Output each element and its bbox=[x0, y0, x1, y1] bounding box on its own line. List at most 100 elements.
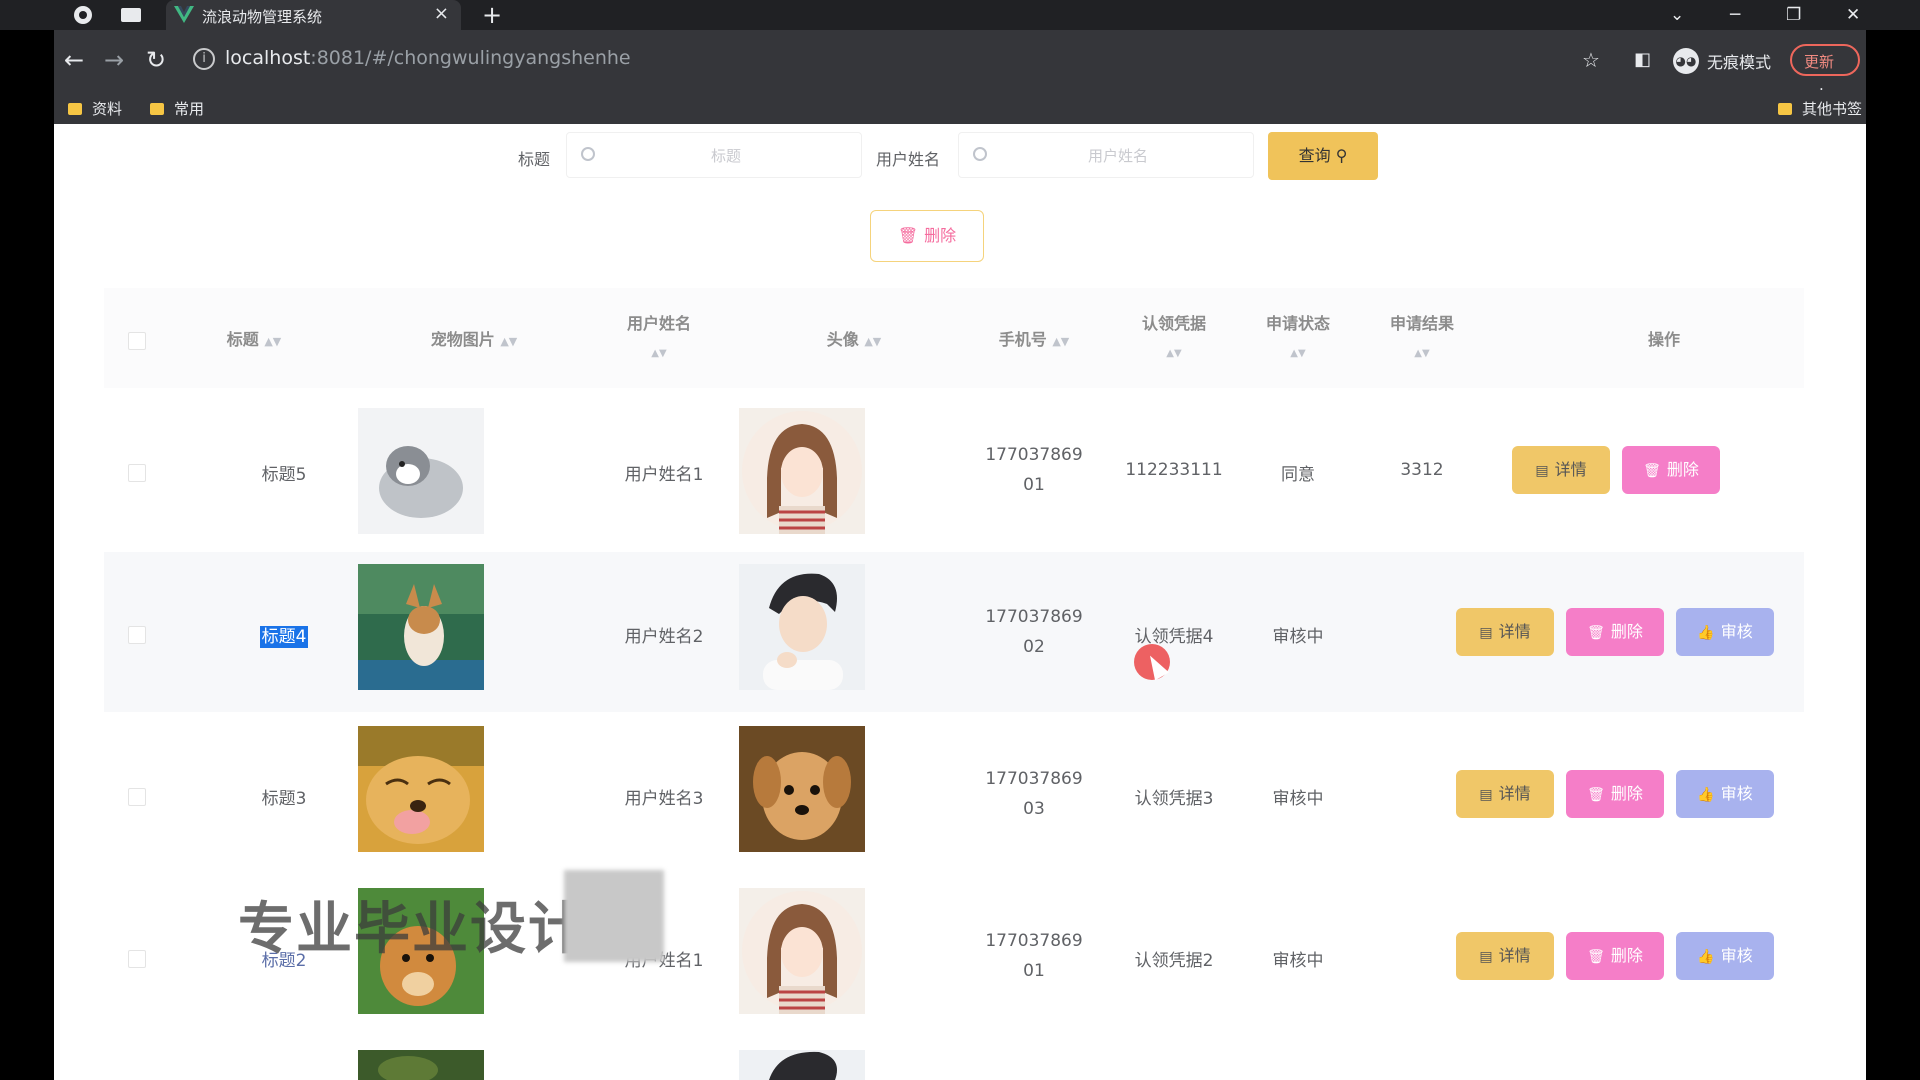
browser-logo-icon[interactable] bbox=[70, 0, 96, 30]
row-status: 审核中 bbox=[1272, 789, 1324, 809]
bookmarks-bar: 资料 常用 其他书签 bbox=[54, 90, 1866, 124]
update-button[interactable]: 更新⋮ bbox=[1790, 44, 1860, 103]
title-search-label: 标题 bbox=[518, 150, 551, 169]
row-checkbox[interactable] bbox=[128, 950, 146, 968]
audit-button[interactable]: 👍 审核 bbox=[1676, 608, 1774, 656]
watermark-text: 专业毕业设计 bbox=[238, 897, 586, 962]
detail-button[interactable]: ▤ 详情 bbox=[1512, 446, 1610, 494]
audit-button[interactable]: 👍 审核 bbox=[1676, 932, 1774, 980]
address-bar[interactable]: i localhost:8081/#/chongwulingyangshenhe bbox=[187, 46, 1717, 74]
thumbs-up-icon: 👍 bbox=[1697, 949, 1715, 965]
navigation-bar: ← → ↻ i localhost:8081/#/chongwulingyang… bbox=[54, 30, 1866, 103]
row-title: 标题4 bbox=[259, 626, 309, 648]
bookmark-star-icon[interactable]: ☆ bbox=[1582, 42, 1600, 78]
search-icon bbox=[581, 147, 595, 161]
sort-icon[interactable]: ▲▼ bbox=[864, 335, 881, 348]
row-checkbox[interactable] bbox=[128, 464, 146, 482]
batch-delete-button[interactable]: 🗑 删除 bbox=[870, 210, 984, 262]
folder-icon bbox=[1778, 102, 1792, 115]
sort-icon[interactable]: ▲▼ bbox=[264, 335, 281, 348]
site-info-icon[interactable]: i bbox=[193, 48, 215, 70]
side-panel-icon[interactable]: ◧ bbox=[1634, 42, 1651, 78]
browser-tab-bar: 流浪动物管理系统 × + ⌄ ─ ❐ ✕ bbox=[0, 0, 1920, 30]
reload-icon[interactable]: ↻ bbox=[146, 42, 166, 78]
sort-icon[interactable]: ▲▼ bbox=[584, 348, 734, 360]
trash-icon: 🗑 bbox=[1587, 625, 1605, 641]
incognito-indicator[interactable]: ◕◕ 无痕模式 bbox=[1673, 45, 1771, 77]
other-bookmarks[interactable]: 其他书签 bbox=[1778, 98, 1862, 119]
delete-button[interactable]: 🗑 删除 bbox=[1566, 932, 1664, 980]
pet-image[interactable] bbox=[358, 564, 484, 690]
username-search-field[interactable] bbox=[958, 132, 1254, 179]
detail-button[interactable]: ▤ 详情 bbox=[1456, 770, 1554, 818]
title-search-field[interactable] bbox=[566, 132, 862, 179]
audit-button[interactable]: 👍 审核 bbox=[1676, 770, 1774, 818]
sort-icon[interactable]: ▲▼ bbox=[1114, 348, 1234, 360]
row-status: 同意 bbox=[1281, 465, 1315, 485]
detail-button[interactable]: ▤ 详情 bbox=[1456, 608, 1554, 656]
row-proof: 认领凭据3 bbox=[1134, 789, 1214, 809]
search-icon: ⚲ bbox=[1335, 146, 1348, 165]
avatar-image[interactable] bbox=[739, 408, 865, 534]
thumbs-up-icon: 👍 bbox=[1697, 625, 1715, 641]
row-proof: 认领凭据2 bbox=[1134, 951, 1214, 971]
back-icon[interactable]: ← bbox=[64, 42, 84, 78]
search-icon bbox=[973, 147, 987, 161]
url-text[interactable]: localhost:8081/#/chongwulingyangshenhe bbox=[225, 47, 631, 69]
query-button[interactable]: 查询 ⚲ bbox=[1268, 132, 1378, 180]
header-title[interactable]: 标题 ▲▼ bbox=[194, 292, 314, 388]
folder-icon bbox=[150, 102, 164, 115]
row-status: 审核中 bbox=[1272, 627, 1324, 647]
delete-button[interactable]: 🗑 删除 bbox=[1566, 770, 1664, 818]
row-title: 标题5 bbox=[261, 465, 307, 485]
pet-image[interactable] bbox=[358, 408, 484, 534]
detail-button[interactable]: ▤ 详情 bbox=[1456, 932, 1554, 980]
tab-search-icon[interactable]: ⌄ bbox=[1670, 0, 1684, 30]
row-phone: 177037869 03 bbox=[985, 769, 1083, 819]
avatar-image[interactable] bbox=[739, 564, 865, 690]
close-window-icon[interactable]: ✕ bbox=[1846, 0, 1860, 30]
bookmark-folder-1[interactable]: 资料 bbox=[68, 98, 122, 119]
pet-image[interactable] bbox=[358, 1050, 484, 1080]
document-icon: ▤ bbox=[1535, 463, 1549, 479]
row-proof: 认领凭据4 bbox=[1134, 627, 1214, 647]
row-checkbox[interactable] bbox=[128, 626, 146, 644]
trash-icon: 🗑 bbox=[1587, 949, 1605, 965]
header-pet-image[interactable]: 宠物图片 ▲▼ bbox=[354, 292, 594, 388]
sort-icon[interactable]: ▲▼ bbox=[500, 335, 517, 348]
minimize-icon[interactable]: ─ bbox=[1730, 0, 1740, 30]
select-all-checkbox[interactable] bbox=[128, 332, 146, 350]
forward-icon[interactable]: → bbox=[104, 42, 124, 78]
row-proof: 112233111 bbox=[1125, 460, 1223, 480]
bookmark-folder-2[interactable]: 常用 bbox=[150, 98, 204, 119]
incognito-icon: ◕◕ bbox=[1673, 48, 1699, 74]
incognito-label: 无痕模式 bbox=[1707, 53, 1772, 72]
document-icon: ▤ bbox=[1479, 625, 1493, 641]
tab-close-icon[interactable]: × bbox=[434, 3, 449, 24]
sort-icon[interactable]: ▲▼ bbox=[1238, 348, 1358, 360]
new-tab-icon[interactable]: + bbox=[482, 0, 502, 30]
username-search-input[interactable] bbox=[989, 133, 1247, 179]
title-search-input[interactable] bbox=[597, 133, 855, 179]
avatar-image[interactable] bbox=[739, 726, 865, 852]
trash-icon: 🗑 bbox=[897, 226, 919, 245]
pet-image[interactable] bbox=[358, 726, 484, 852]
active-tab[interactable]: 流浪动物管理系统 × bbox=[166, 0, 461, 30]
sort-icon[interactable]: ▲▼ bbox=[1052, 335, 1069, 348]
avatar-image[interactable] bbox=[739, 888, 865, 1014]
delete-button[interactable]: 🗑 删除 bbox=[1622, 446, 1720, 494]
row-phone: 177037869 01 bbox=[985, 445, 1083, 495]
page-content: 标题 用户姓名 查询 ⚲ 🗑删除 标题 ▲▼ 宠物图片 ▲▼ 用户姓名▲▼ 头像… bbox=[54, 124, 1866, 1080]
username-search-label: 用户姓名 bbox=[876, 150, 941, 169]
avatar-image[interactable] bbox=[739, 1050, 865, 1080]
row-username: 用户姓名1 bbox=[624, 465, 704, 485]
row-title: 标题3 bbox=[261, 789, 307, 809]
header-phone[interactable]: 手机号 ▲▼ bbox=[934, 292, 1134, 388]
sort-icon[interactable]: ▲▼ bbox=[1362, 348, 1482, 360]
row-username: 用户姓名2 bbox=[624, 627, 704, 647]
row-username: 用户姓名3 bbox=[624, 789, 704, 809]
delete-button[interactable]: 🗑 删除 bbox=[1566, 608, 1664, 656]
tab-groups-icon[interactable] bbox=[118, 0, 144, 30]
row-checkbox[interactable] bbox=[128, 788, 146, 806]
restore-icon[interactable]: ❐ bbox=[1786, 0, 1801, 30]
